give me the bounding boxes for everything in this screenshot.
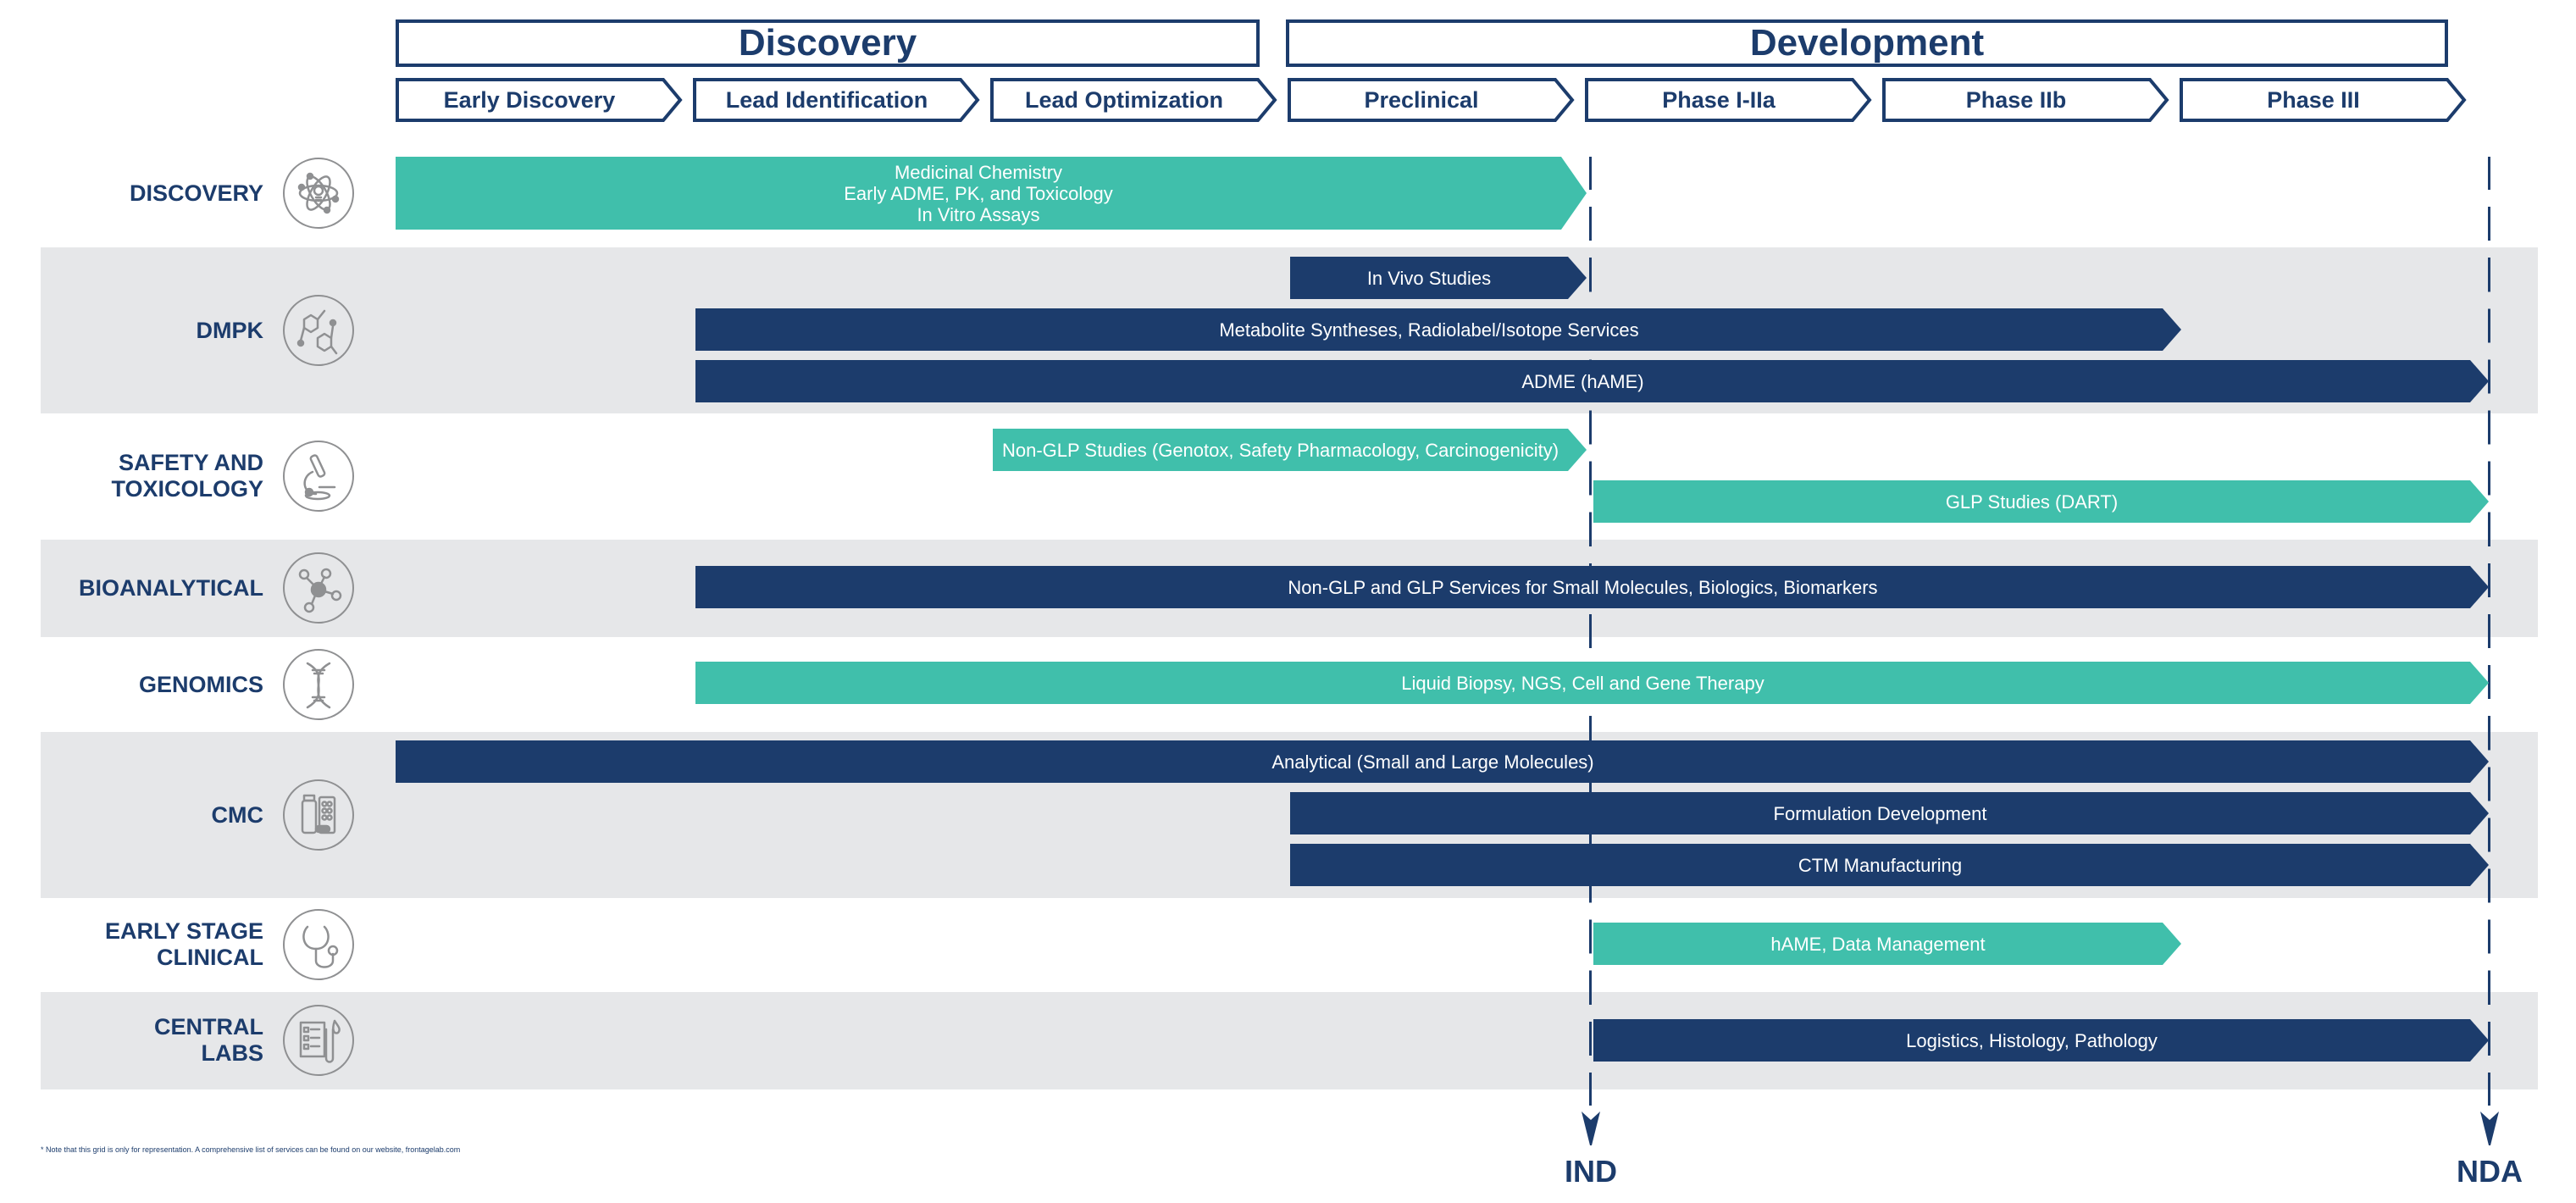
service-bar: Liquid Biopsy, NGS, Cell and Gene Therap… (695, 662, 2489, 704)
phase-label: Lead Identification (725, 86, 928, 113)
phase-lead-identification: Lead Identification (693, 78, 980, 122)
network-nodes-icon (283, 552, 354, 624)
phase-label: Phase I-IIa (1662, 86, 1776, 113)
service-bar: Medicinal Chemistry Early ADME, PK, and … (396, 157, 1587, 230)
stage-header-discovery: Discovery (396, 19, 1260, 67)
molecule-structure-icon (283, 295, 354, 366)
dna-helix-icon (283, 649, 354, 720)
service-bar: Analytical (Small and Large Molecules) (396, 740, 2489, 783)
phase-early-discovery: Early Discovery (396, 78, 683, 122)
row-label: DISCOVERY (129, 180, 263, 206)
bar-label: Metabolite Syntheses, Radiolabel/Isotope… (1219, 319, 1639, 341)
row-label: GENOMICS (138, 671, 263, 697)
footnote: * Note that this grid is only for repres… (41, 1145, 461, 1154)
service-bar: ADME (hAME) (695, 360, 2489, 402)
row-label: CENTRAL LABS (154, 1014, 263, 1066)
bar-label: Formulation Development (1773, 802, 1987, 824)
arrow-down-icon (2480, 1112, 2499, 1145)
bar-label: Analytical (Small and Large Molecules) (1271, 751, 1594, 773)
service-bar: hAME, Data Management (1593, 923, 2181, 965)
service-bar: Non-GLP and GLP Services for Small Molec… (695, 566, 2489, 608)
phase-label: Preclinical (1364, 86, 1479, 113)
bar-label: Medicinal Chemistry Early ADME, PK, and … (844, 161, 1113, 225)
stage-header-development: Development (1286, 19, 2448, 67)
atom-lightbulb-icon (283, 158, 354, 229)
phase-label: Phase IIb (1965, 86, 2067, 113)
phase-lead-optimization: Lead Optimization (990, 78, 1277, 122)
stethoscope-icon (283, 909, 354, 980)
phase-phase-iii: Phase III (2180, 78, 2467, 122)
milestone-label-nda: NDA (2457, 1154, 2523, 1189)
milestone-label-ind: IND (1565, 1154, 1617, 1189)
bar-label: CTM Manufacturing (1798, 854, 1963, 876)
phase-phase-i-iia: Phase I-IIa (1585, 78, 1872, 122)
bar-label: GLP Studies (DART) (1945, 491, 2119, 513)
phase-label: Phase III (2267, 86, 2360, 113)
service-bar: Non-GLP Studies (Genotox, Safety Pharmac… (993, 429, 1587, 471)
service-bar: Metabolite Syntheses, Radiolabel/Isotope… (695, 308, 2181, 351)
row-label: BIOANALYTICAL (78, 574, 263, 601)
phase-label: Lead Optimization (1024, 86, 1223, 113)
bar-label: In Vivo Studies (1366, 267, 1492, 289)
row-label: EARLY STAGE CLINICAL (104, 918, 263, 970)
service-bar: CTM Manufacturing (1290, 844, 2489, 886)
row-label: DMPK (196, 317, 264, 343)
bar-label: ADME (hAME) (1521, 370, 1644, 392)
service-bar: Formulation Development (1290, 792, 2489, 834)
medicine-bottle-pills-icon (283, 779, 354, 851)
phase-preclinical: Preclinical (1288, 78, 1575, 122)
arrow-down-icon (1582, 1112, 1600, 1145)
bar-label: Non-GLP Studies (Genotox, Safety Pharmac… (1001, 439, 1559, 461)
milestone-line-nda (2488, 157, 2494, 1106)
service-bar: GLP Studies (DART) (1593, 480, 2489, 523)
bar-label: hAME, Data Management (1770, 933, 1986, 955)
phase-label: Early Discovery (443, 86, 616, 113)
bar-label: Logistics, Histology, Pathology (1906, 1029, 2158, 1051)
bar-label: Non-GLP and GLP Services for Small Molec… (1288, 576, 1878, 598)
microscope-icon (283, 441, 354, 512)
row-label: CMC (211, 801, 264, 828)
stage-title: Development (1749, 22, 1985, 64)
service-bar: Logistics, Histology, Pathology (1593, 1019, 2489, 1062)
phase-phase-iib: Phase IIb (1882, 78, 2169, 122)
checklist-test-tube-icon (283, 1005, 354, 1076)
bar-label: Liquid Biopsy, NGS, Cell and Gene Therap… (1401, 672, 1764, 694)
service-bar: In Vivo Studies (1290, 257, 1587, 299)
row-label: SAFETY AND TOXICOLOGY (111, 450, 263, 502)
stage-title: Discovery (738, 22, 917, 64)
